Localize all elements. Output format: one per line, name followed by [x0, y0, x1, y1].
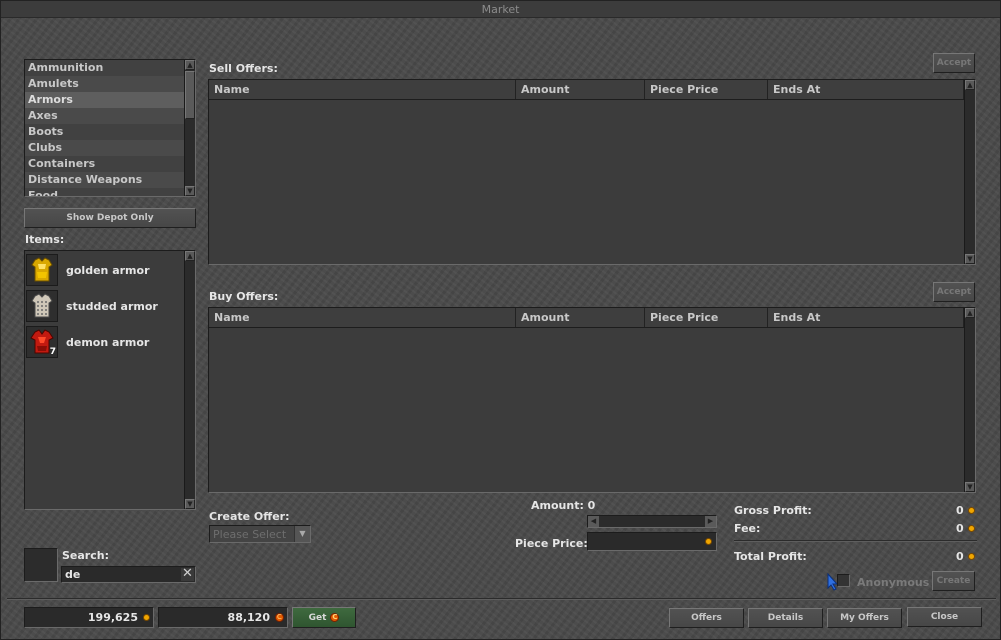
- gold-coin-icon: [143, 614, 150, 621]
- category-item-axes[interactable]: Axes: [25, 108, 184, 124]
- column-name[interactable]: Name: [209, 80, 516, 99]
- piece-price-input[interactable]: [587, 532, 717, 551]
- category-item-ammunition[interactable]: Ammunition: [25, 60, 184, 76]
- buy-accept-button[interactable]: Accept: [933, 282, 975, 302]
- category-item-distance-weapons[interactable]: Distance Weapons: [25, 172, 184, 188]
- total-profit-label: Total Profit:: [734, 550, 807, 563]
- demon-armor-icon: 7: [26, 326, 58, 358]
- tibia-coin-icon: C: [275, 613, 284, 622]
- scroll-up-icon[interactable]: ▲: [185, 60, 195, 70]
- list-item-studded-armor[interactable]: studded armor: [25, 288, 183, 324]
- fee-value: 0: [956, 522, 964, 535]
- gold-coin-icon: [968, 525, 975, 532]
- sell-offers-label: Sell Offers:: [209, 62, 278, 75]
- category-item-boots[interactable]: Boots: [25, 124, 184, 140]
- anonymous-label: Anonymous: [857, 576, 930, 589]
- tibia-coin-balance-value: 88,120: [227, 611, 270, 624]
- item-count: 7: [49, 347, 56, 357]
- item-list[interactable]: golden armor studded armor 7 demon armor…: [24, 250, 196, 510]
- details-button[interactable]: Details: [748, 608, 823, 628]
- create-offer-button[interactable]: Create: [932, 571, 975, 591]
- chevron-down-icon[interactable]: ▼: [294, 526, 310, 542]
- column-amount[interactable]: Amount: [516, 80, 645, 99]
- clear-search-icon[interactable]: ✕: [181, 567, 194, 581]
- piece-price-label: Piece Price:: [515, 537, 588, 550]
- tibia-coin-balance: 88,120 C: [158, 607, 288, 628]
- column-piece-price[interactable]: Piece Price: [645, 308, 768, 327]
- create-offer-label: Create Offer:: [209, 510, 290, 523]
- search-label: Search:: [62, 549, 109, 562]
- slider-left-icon[interactable]: ◀: [588, 516, 599, 527]
- close-button[interactable]: Close: [907, 607, 982, 627]
- market-window: Market Ammunition Amulets Armors Axes Boots C…: [0, 0, 1001, 640]
- scroll-down-icon[interactable]: ▼: [185, 186, 195, 196]
- column-amount[interactable]: Amount: [516, 308, 645, 327]
- buy-offers-header: Name Amount Piece Price Ends At: [209, 308, 964, 328]
- scroll-down-icon[interactable]: ▼: [965, 254, 975, 264]
- category-item-clubs[interactable]: Clubs: [25, 140, 184, 156]
- buy-offers-table[interactable]: Name Amount Piece Price Ends At ▲ ▼: [208, 307, 976, 493]
- gold-coin-icon: [968, 553, 975, 560]
- list-item-golden-armor[interactable]: golden armor: [25, 252, 183, 288]
- category-list[interactable]: Ammunition Amulets Armors Axes Boots Clubs Con…: [24, 59, 196, 197]
- search-input[interactable]: de ✕: [61, 566, 196, 583]
- column-piece-price[interactable]: Piece Price: [645, 80, 768, 99]
- tibia-coin-icon: C: [330, 613, 340, 622]
- scroll-down-icon[interactable]: ▼: [185, 499, 195, 509]
- buy-offers-scrollbar[interactable]: ▲ ▼: [964, 308, 975, 492]
- amount-label: Amount: 0: [531, 499, 596, 512]
- get-coins-label: Get: [308, 612, 327, 623]
- amount-slider[interactable]: ◀ ▶: [587, 515, 717, 528]
- scroll-thumb[interactable]: [185, 71, 195, 119]
- search-input-value: de: [65, 568, 81, 581]
- item-scrollbar[interactable]: ▲ ▼: [184, 251, 195, 509]
- category-scrollbar[interactable]: ▲ ▼: [184, 60, 195, 196]
- golden-armor-icon: [26, 254, 58, 286]
- category-item-food[interactable]: Food: [25, 188, 184, 196]
- offer-type-select[interactable]: Please Select ▼: [209, 525, 311, 543]
- buy-offers-label: Buy Offers:: [209, 290, 279, 303]
- slider-right-icon[interactable]: ▶: [705, 516, 716, 527]
- sell-offers-header: Name Amount Piece Price Ends At: [209, 80, 964, 100]
- my-offers-button[interactable]: My Offers: [827, 608, 902, 628]
- category-item-amulets[interactable]: Amulets: [25, 76, 184, 92]
- scroll-up-icon[interactable]: ▲: [965, 308, 975, 318]
- category-item-containers[interactable]: Containers: [25, 156, 184, 172]
- sell-offers-scrollbar[interactable]: ▲ ▼: [964, 80, 975, 264]
- gross-profit-value: 0: [956, 504, 964, 517]
- list-item-demon-armor[interactable]: 7 demon armor: [25, 324, 183, 360]
- gold-coin-icon: [968, 507, 975, 514]
- item-name: studded armor: [66, 299, 158, 313]
- footer-separator: [7, 598, 996, 600]
- sell-accept-button[interactable]: Accept: [933, 53, 975, 73]
- item-name: demon armor: [66, 335, 150, 349]
- gross-profit-label: Gross Profit:: [734, 504, 812, 517]
- get-coins-button[interactable]: Get C: [292, 607, 356, 628]
- sell-offers-table[interactable]: Name Amount Piece Price Ends At ▲ ▼: [208, 79, 976, 265]
- gold-balance-value: 199,625: [87, 611, 138, 624]
- column-ends-at[interactable]: Ends At: [768, 308, 964, 327]
- offers-button[interactable]: Offers: [669, 608, 744, 628]
- scroll-down-icon[interactable]: ▼: [965, 482, 975, 492]
- scroll-up-icon[interactable]: ▲: [185, 251, 195, 261]
- scroll-up-icon[interactable]: ▲: [965, 80, 975, 90]
- offer-type-select-value: Please Select: [213, 528, 287, 541]
- profit-separator: [734, 540, 977, 542]
- column-ends-at[interactable]: Ends At: [768, 80, 964, 99]
- studded-armor-icon: [26, 290, 58, 322]
- column-name[interactable]: Name: [209, 308, 516, 327]
- category-item-armors[interactable]: Armors: [25, 92, 184, 108]
- window-title: Market: [1, 1, 1000, 18]
- anonymous-checkbox[interactable]: [837, 574, 850, 587]
- item-name: golden armor: [66, 263, 150, 277]
- fee-label: Fee:: [734, 522, 761, 535]
- gold-balance: 199,625: [24, 607, 154, 628]
- item-preview-slot: [24, 548, 58, 582]
- show-depot-only-button[interactable]: Show Depot Only: [24, 208, 196, 228]
- total-profit-value: 0: [956, 550, 964, 563]
- gold-coin-icon: [705, 538, 712, 545]
- items-label: Items:: [25, 233, 65, 246]
